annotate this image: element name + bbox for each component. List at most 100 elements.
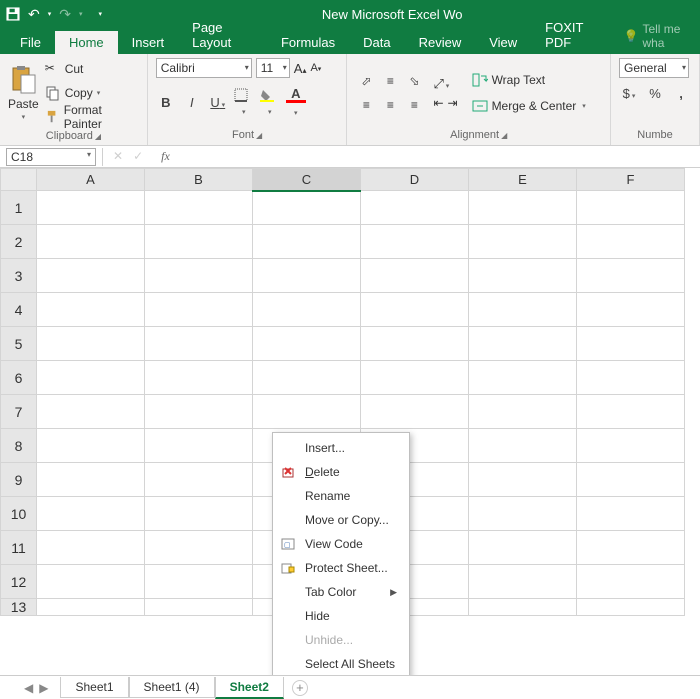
row-header[interactable]: 3 <box>1 259 37 293</box>
align-bottom-icon[interactable]: ⬂ <box>403 70 425 92</box>
font-name-combo[interactable]: Calibri <box>156 58 252 78</box>
qat-custom-icon[interactable]: ▾ <box>99 10 103 18</box>
cell[interactable] <box>145 293 253 327</box>
cell[interactable] <box>145 497 253 531</box>
redo-drop-icon[interactable]: ▾ <box>79 10 83 18</box>
cell[interactable] <box>145 191 253 225</box>
ctx-delete[interactable]: Delete <box>275 460 407 484</box>
cell[interactable] <box>469 327 577 361</box>
cell[interactable] <box>145 531 253 565</box>
tell-me[interactable]: 💡 Tell me wha <box>615 18 700 54</box>
cell[interactable] <box>577 565 685 599</box>
cell[interactable] <box>577 395 685 429</box>
cell[interactable] <box>361 293 469 327</box>
cell[interactable] <box>361 225 469 259</box>
cell[interactable] <box>37 191 145 225</box>
ctx-hide[interactable]: Hide <box>275 604 407 628</box>
cell[interactable] <box>469 565 577 599</box>
cell[interactable] <box>37 293 145 327</box>
cell[interactable] <box>145 599 253 616</box>
formula-input[interactable] <box>180 146 700 167</box>
ctx-insert[interactable]: Insert... <box>275 436 407 460</box>
row-header[interactable]: 2 <box>1 225 37 259</box>
cell[interactable] <box>361 327 469 361</box>
tab-view[interactable]: View <box>475 31 531 54</box>
col-header[interactable]: C <box>253 169 361 191</box>
cell[interactable] <box>37 395 145 429</box>
col-header[interactable]: F <box>577 169 685 191</box>
cell[interactable] <box>577 497 685 531</box>
sheet-nav-prev-icon[interactable]: ◀ <box>24 681 33 695</box>
sheet-tab[interactable]: Sheet1 <box>60 677 128 698</box>
ctx-viewcode[interactable]: ▢View Code <box>275 532 407 556</box>
undo-drop-icon[interactable]: ▾ <box>48 10 52 18</box>
cell[interactable] <box>37 531 145 565</box>
font-launcher-icon[interactable]: ◢ <box>256 131 262 140</box>
sheet-nav-next-icon[interactable]: ▶ <box>39 681 48 695</box>
tab-foxit[interactable]: FOXIT PDF <box>531 16 615 54</box>
cell[interactable] <box>469 225 577 259</box>
align-top-icon[interactable]: ⬀ <box>355 70 377 92</box>
cell[interactable] <box>577 531 685 565</box>
decrease-indent-icon[interactable]: ⇤ <box>433 96 443 110</box>
cell[interactable] <box>469 429 577 463</box>
col-header[interactable]: E <box>469 169 577 191</box>
cell[interactable] <box>37 327 145 361</box>
row-header[interactable]: 1 <box>1 191 37 225</box>
col-header[interactable]: A <box>37 169 145 191</box>
clipboard-launcher-icon[interactable]: ◢ <box>95 132 101 141</box>
col-header[interactable]: D <box>361 169 469 191</box>
cell[interactable] <box>469 395 577 429</box>
cell[interactable] <box>145 429 253 463</box>
cell[interactable] <box>469 497 577 531</box>
cell[interactable] <box>577 327 685 361</box>
cell[interactable] <box>145 327 253 361</box>
wrap-text-button[interactable]: Wrap Text <box>472 69 586 91</box>
cut-button[interactable]: ✂ Cut <box>45 58 139 80</box>
grow-font-icon[interactable]: A▴ <box>294 61 307 76</box>
row-header[interactable]: 6 <box>1 361 37 395</box>
cell[interactable] <box>253 259 361 293</box>
cell[interactable] <box>145 259 253 293</box>
tab-formulas[interactable]: Formulas <box>267 31 349 54</box>
new-sheet-button[interactable]: + <box>292 680 308 696</box>
formatpainter-button[interactable]: Format Painter <box>45 106 139 128</box>
select-all-corner[interactable] <box>1 169 37 191</box>
cell[interactable] <box>145 565 253 599</box>
number-format-combo[interactable]: General <box>619 58 689 78</box>
ctx-tabcolor[interactable]: Tab Color▶ <box>275 580 407 604</box>
cell[interactable] <box>253 293 361 327</box>
cell[interactable] <box>253 225 361 259</box>
undo-icon[interactable]: ↶ <box>28 6 40 23</box>
cell[interactable] <box>577 293 685 327</box>
copy-button[interactable]: Copy ▾ <box>45 82 139 104</box>
cell[interactable] <box>469 191 577 225</box>
tab-review[interactable]: Review <box>405 31 476 54</box>
cell[interactable] <box>145 463 253 497</box>
cell[interactable] <box>577 463 685 497</box>
row-header[interactable]: 12 <box>1 565 37 599</box>
cell[interactable] <box>37 429 145 463</box>
cell[interactable] <box>37 497 145 531</box>
bold-button[interactable]: B <box>156 95 176 110</box>
tab-data[interactable]: Data <box>349 31 404 54</box>
name-box[interactable]: C18 <box>6 148 96 166</box>
row-header[interactable]: 10 <box>1 497 37 531</box>
cell[interactable] <box>577 259 685 293</box>
cell[interactable] <box>37 565 145 599</box>
ctx-rename[interactable]: Rename <box>275 484 407 508</box>
currency-button[interactable]: $ <box>619 86 639 101</box>
cell[interactable] <box>361 259 469 293</box>
paste-label[interactable]: Paste <box>8 97 39 111</box>
row-header[interactable]: 13 <box>1 599 37 616</box>
tab-home[interactable]: Home <box>55 31 118 54</box>
ctx-move[interactable]: Move or Copy... <box>275 508 407 532</box>
italic-button[interactable]: I <box>182 95 202 110</box>
cell[interactable] <box>37 259 145 293</box>
cell[interactable] <box>145 225 253 259</box>
underline-button[interactable]: U <box>208 95 228 110</box>
border-button[interactable] <box>234 88 254 117</box>
alignment-launcher-icon[interactable]: ◢ <box>501 131 507 140</box>
cell[interactable] <box>37 361 145 395</box>
fontcolor-button[interactable]: A <box>286 86 306 118</box>
